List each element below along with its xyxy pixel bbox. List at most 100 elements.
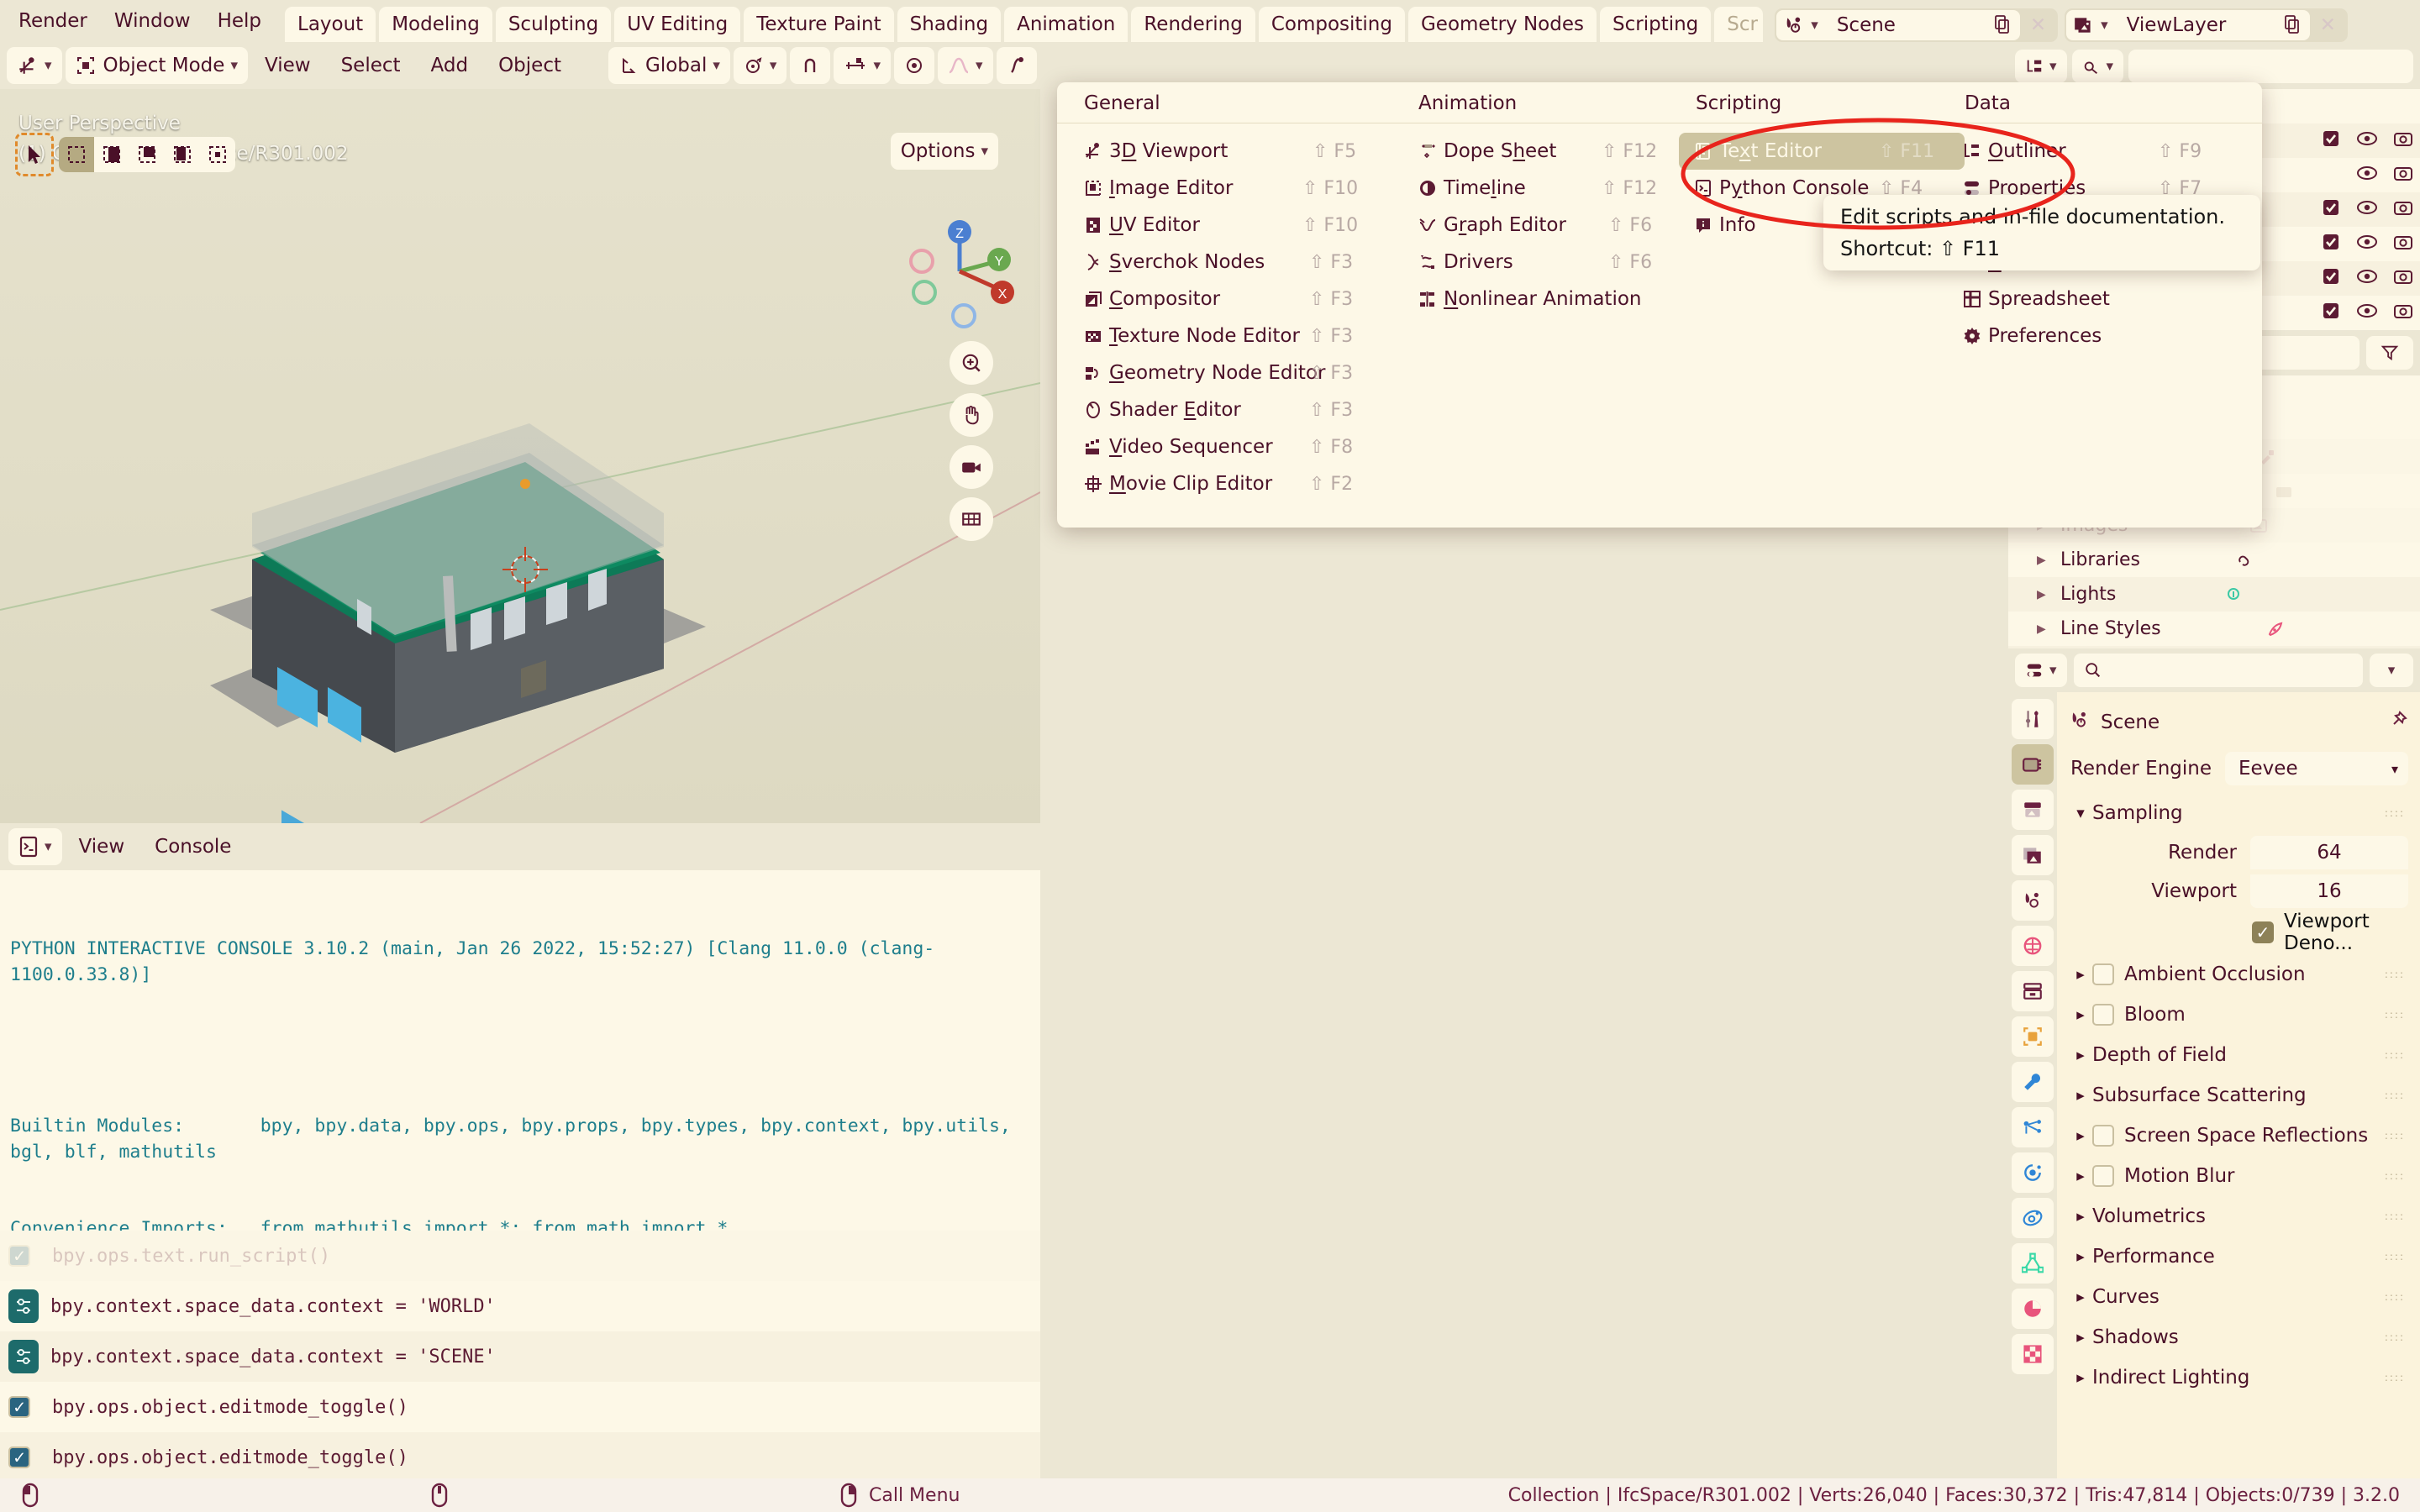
panel-curves[interactable]: ▸ Curves :::: xyxy=(2069,1277,2408,1317)
drag-dots[interactable]: :::: xyxy=(2385,1373,2405,1383)
menu-item-dope-sheet[interactable]: Dope Sheet ⇧ F12 xyxy=(1403,133,1672,170)
panel-bloom[interactable]: ▸ Bloom :::: xyxy=(2069,995,2408,1035)
mode-selector[interactable]: Object Mode ▾ xyxy=(65,47,248,84)
properties-tab-scene[interactable] xyxy=(2012,880,2054,921)
falloff-curve-button[interactable]: ▾ xyxy=(938,47,993,84)
outliner-editor-type-button[interactable]: ▾ xyxy=(2015,50,2067,83)
viewport-menu-select[interactable]: Select xyxy=(328,47,414,84)
properties-tab-physics[interactable] xyxy=(2012,1152,2054,1193)
zoom-view-icon[interactable] xyxy=(950,341,993,385)
camera-icon[interactable] xyxy=(2393,233,2413,256)
console-menu-view[interactable]: View xyxy=(66,828,139,865)
menu-item-sverchok-nodes[interactable]: Sverchok Nodes ⇧ F3 xyxy=(1069,244,1405,281)
proportional-editing-button[interactable] xyxy=(894,47,935,84)
checkbox-icon[interactable] xyxy=(2321,232,2341,257)
select-circle-icon[interactable] xyxy=(129,137,165,172)
properties-editor-type-button[interactable]: ▾ xyxy=(2015,654,2067,687)
menu-item-compositor[interactable]: Compositor ⇧ F3 xyxy=(1069,281,1405,318)
drag-dots[interactable]: :::: xyxy=(2385,1010,2405,1020)
unlink-scene-icon[interactable]: ✕ xyxy=(2020,10,2056,40)
viewport-denoise-row[interactable]: ✓ Viewport Deno... xyxy=(2069,911,2408,954)
select-tweak-icon[interactable] xyxy=(94,137,129,172)
camera-icon[interactable] xyxy=(2393,302,2413,325)
workspace-tab-scripting[interactable]: Scripting xyxy=(1600,7,1712,42)
menu-item-preferences[interactable]: Preferences xyxy=(1948,318,2250,354)
file-tree-row[interactable]: ▶ Line Styles xyxy=(2008,612,2420,646)
menu-item-video-sequencer[interactable]: Video Sequencer ⇧ F8 xyxy=(1069,428,1405,465)
viewlayer-icon[interactable]: ▾ xyxy=(2066,10,2115,40)
menu-help[interactable]: Help xyxy=(204,3,275,39)
properties-tab-collection[interactable] xyxy=(2012,971,2054,1011)
viewport-shading-button[interactable] xyxy=(996,47,1037,84)
viewlayer-selector[interactable]: ▾ ViewLayer ✕ xyxy=(2065,8,2348,42)
camera-icon[interactable] xyxy=(2393,164,2413,187)
outliner-filter-button[interactable] xyxy=(2128,50,2413,83)
camera-icon[interactable] xyxy=(2393,198,2413,222)
checkbox-icon[interactable] xyxy=(2321,301,2341,326)
disclosure-triangle[interactable]: ▶ xyxy=(2037,622,2055,636)
panel-screen-space-reflections[interactable]: ▸ Screen Space Reflections :::: xyxy=(2069,1116,2408,1156)
properties-tab-constraints[interactable] xyxy=(2012,1198,2054,1238)
motion-blur-checkbox[interactable] xyxy=(2092,1165,2114,1187)
scene-icon[interactable]: ▾ xyxy=(1776,10,1825,40)
eye-icon[interactable] xyxy=(2356,165,2378,186)
menu-item-uv-editor[interactable]: UV Editor ⇧ F10 xyxy=(1069,207,1405,244)
scene-name-field[interactable]: Scene xyxy=(1824,10,1985,40)
move-view-icon[interactable] xyxy=(950,393,993,437)
workspace-tab-animation[interactable]: Animation xyxy=(1004,7,1128,42)
pin-icon[interactable] xyxy=(2388,710,2408,735)
properties-search-input[interactable] xyxy=(2073,654,2363,687)
camera-view-icon[interactable] xyxy=(950,445,993,489)
checkbox-icon[interactable] xyxy=(2321,197,2341,223)
render-engine-select[interactable]: Eevee ▾ xyxy=(2225,752,2408,785)
menu-item-spreadsheet[interactable]: Spreadsheet xyxy=(1948,281,2250,318)
menu-item-movie-clip-editor[interactable]: Movie Clip Editor ⇧ F2 xyxy=(1069,465,1405,502)
panel-depth-of-field[interactable]: ▸ Depth of Field :::: xyxy=(2069,1035,2408,1075)
file-tree-row[interactable]: ▶ Lights xyxy=(2008,577,2420,612)
scene-selector[interactable]: ▾ Scene ✕ xyxy=(1775,8,2059,42)
info-row[interactable]: ✓ bpy.ops.text.run_script() xyxy=(0,1231,1040,1281)
menu-item-3d-viewport[interactable]: 3D Viewport ⇧ F5 xyxy=(1069,133,1405,170)
properties-tab-output[interactable] xyxy=(2012,790,2054,830)
transform-orientation-selector[interactable]: Global ▾ xyxy=(608,47,730,84)
drag-dots[interactable]: :::: xyxy=(2385,808,2405,818)
menu-item-nonlinear-animation[interactable]: Nonlinear Animation xyxy=(1403,281,1681,318)
checkbox-icon[interactable] xyxy=(2321,266,2341,291)
navigation-gizmo[interactable]: Z Y X xyxy=(903,215,1017,328)
menu-item-text-editor[interactable]: Text Editor ⇧ F11 xyxy=(1679,133,1965,170)
properties-tab-particles[interactable] xyxy=(2012,1107,2054,1147)
info-row[interactable]: bpy.context.space_data.context = 'WORLD' xyxy=(0,1281,1040,1331)
workspace-tab-texture-paint[interactable]: Texture Paint xyxy=(744,7,894,42)
eye-icon[interactable] xyxy=(2356,268,2378,290)
ambient-occlusion-checkbox[interactable] xyxy=(2092,963,2114,985)
menu-item-outliner[interactable]: Outliner ⇧ F9 xyxy=(1948,133,2250,170)
menu-item-timeline[interactable]: Timeline ⇧ F12 xyxy=(1403,170,1672,207)
workspace-tab-geometry-nodes[interactable]: Geometry Nodes xyxy=(1407,7,1597,42)
camera-icon[interactable] xyxy=(2393,129,2413,153)
viewport-options-button[interactable]: Options ▾ xyxy=(890,133,998,170)
viewport-menu-add[interactable]: Add xyxy=(418,47,482,84)
toggle-orthographic-icon[interactable] xyxy=(950,497,993,541)
remove-viewlayer-icon[interactable]: ✕ xyxy=(2310,10,2346,40)
eye-icon[interactable] xyxy=(2356,234,2378,255)
info-row[interactable]: ✓ bpy.ops.object.editmode_toggle() xyxy=(0,1432,1040,1478)
workspace-tab-uv-editing[interactable]: UV Editing xyxy=(614,7,741,42)
sampling-render-input[interactable]: 64 xyxy=(2250,836,2408,869)
viewport-menu-object[interactable]: Object xyxy=(485,47,575,84)
drag-dots[interactable]: :::: xyxy=(2385,1131,2405,1141)
workspace-tab-compositing[interactable]: Compositing xyxy=(1258,7,1405,42)
workspace-tab-sculpting[interactable]: Sculpting xyxy=(495,7,612,42)
panel-motion-blur[interactable]: ▸ Motion Blur :::: xyxy=(2069,1156,2408,1196)
workspace-tab-scr[interactable]: Scr xyxy=(1714,7,1764,42)
tweak-tool-button[interactable] xyxy=(15,133,54,176)
properties-tab-data[interactable] xyxy=(2012,1243,2054,1284)
drag-dots[interactable]: :::: xyxy=(2385,1090,2405,1100)
new-scene-icon[interactable] xyxy=(1984,10,2020,40)
sampling-panel-header[interactable]: ▾ Sampling :::: xyxy=(2069,793,2408,833)
console-menu-console[interactable]: Console xyxy=(141,828,245,865)
menu-item-graph-editor[interactable]: Graph Editor ⇧ F6 xyxy=(1403,207,1672,244)
drag-dots[interactable]: :::: xyxy=(2385,1332,2405,1342)
menu-item-drivers[interactable]: Drivers ⇧ F6 xyxy=(1403,244,1672,281)
checkbox-icon[interactable] xyxy=(2321,129,2341,154)
eye-icon[interactable] xyxy=(2356,130,2378,152)
